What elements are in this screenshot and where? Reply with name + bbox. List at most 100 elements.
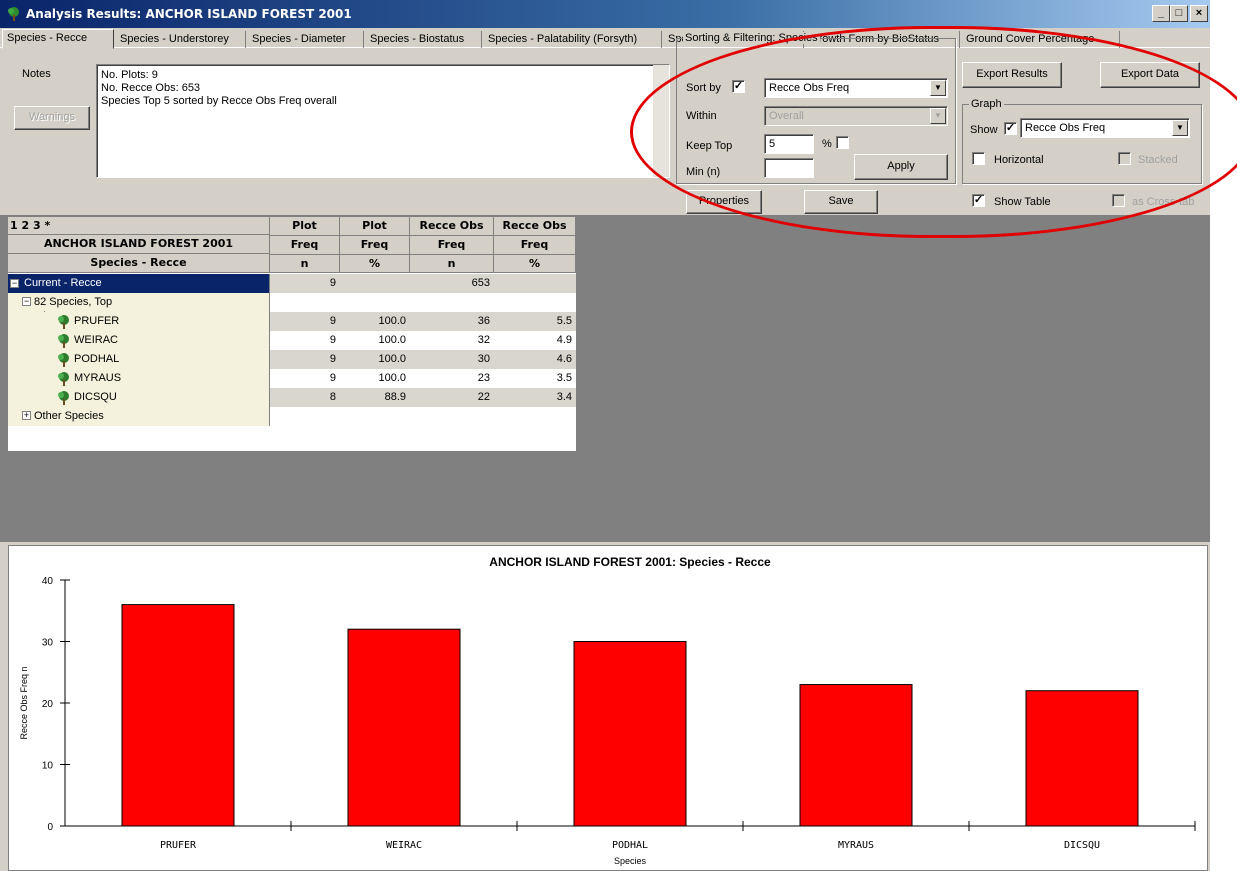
- x-tick-label: WEIRAC: [386, 840, 422, 851]
- obs-n: 23: [477, 372, 490, 384]
- y-tick-label: 10: [42, 761, 54, 772]
- obs-n: 36: [410, 312, 494, 331]
- col-plot-n-h1: Plot: [270, 217, 340, 236]
- graph-group-title: Graph: [969, 98, 1004, 110]
- chevron-down-icon[interactable]: ▼: [930, 108, 946, 124]
- save-button[interactable]: Save: [804, 190, 878, 214]
- notes-line-obs: No. Recce Obs: 653: [101, 82, 201, 94]
- tree-icon: [58, 391, 69, 405]
- plot-pct: 88.9: [340, 388, 410, 407]
- minimize-button[interactable]: _: [1152, 5, 1170, 22]
- obs-pct: 4.6: [494, 350, 576, 369]
- export-data-button[interactable]: Export Data: [1100, 62, 1200, 88]
- y-axis-label: Recce Obs Freq n: [19, 666, 29, 739]
- table-row[interactable]: WEIRAC 9 100.0 32 4.9: [8, 331, 576, 350]
- plot-pct: 100.0: [378, 372, 406, 384]
- notes-scrollbar[interactable]: [653, 65, 669, 177]
- keep-top-input[interactable]: 5: [764, 134, 814, 154]
- graph-show-value: Recce Obs Freq: [1025, 122, 1106, 134]
- current-plot-n: 9: [270, 274, 340, 293]
- obs-pct: 4.9: [556, 334, 572, 346]
- tree-icon: [58, 372, 69, 386]
- plot-pct: 100.0: [378, 334, 406, 346]
- graph-show-select[interactable]: Recce Obs Freq ▼: [1020, 118, 1190, 138]
- tree-cell: WEIRAC: [8, 331, 270, 350]
- obs-pct: 5.5: [494, 312, 576, 331]
- close-button[interactable]: ×: [1190, 5, 1208, 22]
- table-row-current[interactable]: − Current - Recce 9 653: [8, 274, 576, 293]
- plot-n: 9: [329, 372, 336, 384]
- table-row[interactable]: PODHAL 9 100.0 30 4.6: [8, 350, 576, 369]
- table-row-top-group[interactable]: − 82 Species, Top: [8, 293, 576, 312]
- x-tick-label: PODHAL: [612, 840, 648, 851]
- horizontal-checkbox[interactable]: [972, 152, 985, 165]
- tab-strip: Species - Recce Species - Understorey Sp…: [0, 28, 1210, 49]
- obs-n: 30: [410, 350, 494, 369]
- plot-pct: 100.0: [340, 350, 410, 369]
- current-obs-pct: [494, 274, 576, 293]
- percent-label: %: [822, 138, 832, 150]
- tab-ground-cover-percentage[interactable]: Ground Cover Percentage: [962, 31, 1120, 48]
- cross-tab-checkbox[interactable]: [1112, 194, 1125, 207]
- table-row-other-species[interactable]: + Other Species: [8, 407, 576, 426]
- min-n-input[interactable]: [764, 158, 814, 178]
- y-tick-label: 30: [42, 638, 54, 649]
- obs-n: 22: [410, 388, 494, 407]
- table-row[interactable]: DICSQU 8 88.9 22 3.4: [8, 388, 576, 407]
- maximize-button[interactable]: □: [1170, 5, 1188, 22]
- level-3[interactable]: 3: [33, 219, 41, 232]
- export-results-button[interactable]: Export Results: [962, 62, 1062, 88]
- chevron-down-icon[interactable]: ▼: [930, 80, 946, 96]
- level-selector: 1 2 3 *: [8, 217, 270, 235]
- percent-checkbox[interactable]: [836, 136, 849, 149]
- tab-species-biostatus[interactable]: Species - Biostatus: [366, 31, 482, 48]
- x-tick-label: MYRAUS: [838, 840, 874, 851]
- table-row[interactable]: MYRAUS 9 100.0 23 3.5: [8, 369, 576, 388]
- notes-label: Notes: [22, 68, 51, 80]
- chart-title: ANCHOR ISLAND FOREST 2001: Species - Rec…: [489, 555, 771, 569]
- show-table-checkbox[interactable]: ✓: [972, 194, 985, 207]
- properties-button[interactable]: Properties: [686, 190, 762, 214]
- tab-species-palatability[interactable]: Species - Palatability (Forsyth): [484, 31, 662, 48]
- species-name: WEIRAC: [74, 334, 118, 346]
- obs-pct: 3.5: [556, 372, 572, 384]
- plot-n: 9: [270, 350, 340, 369]
- sort-by-checkbox[interactable]: ✓: [732, 80, 745, 93]
- current-label: Current - Recce: [24, 277, 102, 289]
- expand-icon[interactable]: +: [22, 411, 31, 420]
- warnings-button[interactable]: Warnings: [14, 106, 90, 130]
- tree-cell-other: + Other Species: [8, 407, 270, 426]
- sort-by-select[interactable]: Recce Obs Freq ▼: [764, 78, 948, 98]
- stacked-checkbox[interactable]: [1118, 152, 1131, 165]
- within-select[interactable]: Overall ▼: [764, 106, 948, 126]
- tree-cell: PRUFER: [8, 312, 270, 331]
- species-name: PODHAL: [74, 353, 120, 365]
- level-1[interactable]: 1: [10, 219, 18, 232]
- tab-species-diameter[interactable]: Species - Diameter: [248, 31, 364, 48]
- collapse-icon[interactable]: −: [10, 279, 19, 288]
- y-tick-label: 0: [47, 822, 53, 833]
- tree-cell-top-group: − 82 Species, Top: [8, 293, 270, 312]
- notes-textbox[interactable]: No. Plots: 9 No. Recce Obs: 653 Species …: [96, 64, 670, 178]
- horizontal-label: Horizontal: [994, 154, 1044, 166]
- table-row[interactable]: PRUFER 9 100.0 36 5.5: [8, 312, 576, 331]
- title-bar: Analysis Results: ANCHOR ISLAND FOREST 2…: [0, 0, 1210, 28]
- notes-line-summary: Species Top 5 sorted by Recce Obs Freq o…: [101, 95, 337, 107]
- min-n-label: Min (n): [686, 166, 721, 178]
- level-all[interactable]: *: [45, 219, 51, 232]
- collapse-icon[interactable]: −: [22, 297, 31, 306]
- tab-species-recce[interactable]: Species - Recce: [2, 29, 114, 49]
- apply-button[interactable]: Apply: [854, 154, 948, 180]
- x-axis-label: Species: [614, 856, 647, 866]
- current-obs-n: 653: [410, 274, 494, 293]
- analysis-results-window: Analysis Results: ANCHOR ISLAND FOREST 2…: [0, 0, 1210, 871]
- col-obs-pct-h2: Freq: [494, 236, 576, 255]
- chevron-down-icon[interactable]: ▼: [1172, 120, 1188, 136]
- y-tick-label: 40: [42, 576, 54, 587]
- col-plot-n-h2: Freq: [270, 236, 340, 255]
- tab-species-understorey[interactable]: Species - Understorey: [116, 31, 246, 48]
- sort-by-label: Sort by: [686, 82, 721, 94]
- graph-show-checkbox[interactable]: ✓: [1004, 122, 1017, 135]
- level-2[interactable]: 2: [22, 219, 30, 232]
- y-tick-label: 20: [42, 699, 54, 710]
